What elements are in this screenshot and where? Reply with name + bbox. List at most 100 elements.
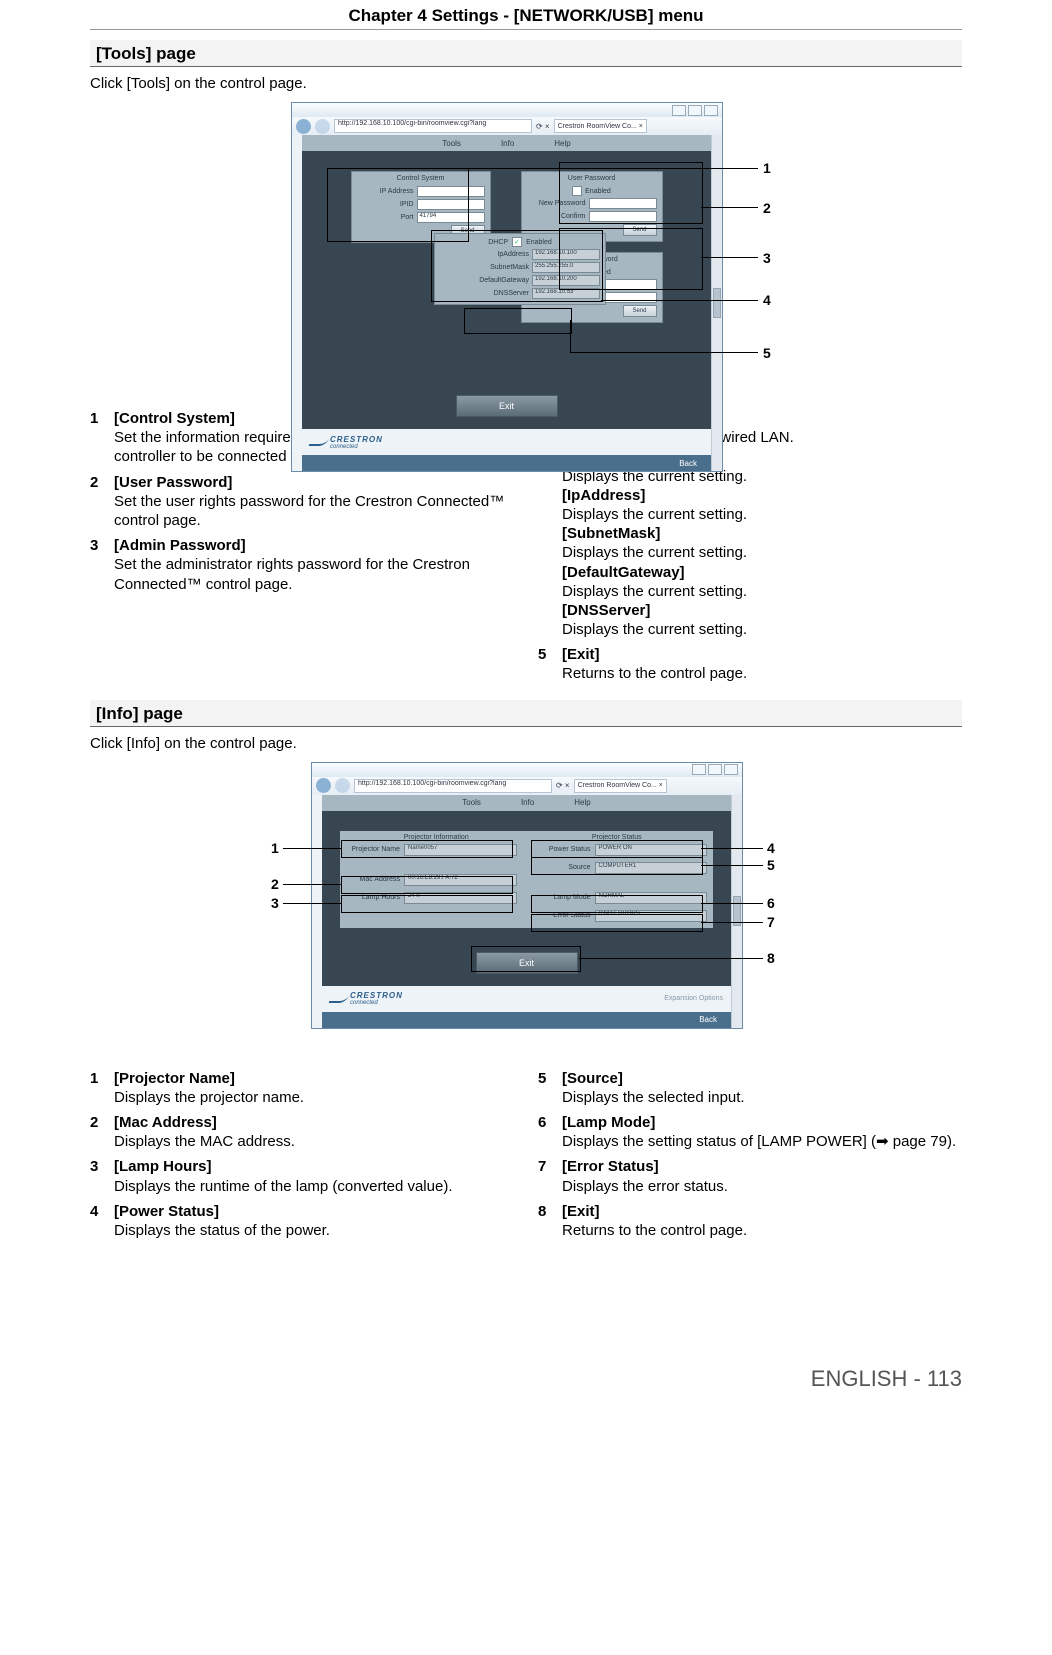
desc-item: 3[Admin Password]Set the administrator r… <box>90 536 514 594</box>
close-button[interactable] <box>704 105 718 116</box>
send-button[interactable]: Send <box>623 224 657 236</box>
nav-tools[interactable]: Tools <box>462 798 481 807</box>
exit-button[interactable]: Exit <box>456 395 558 417</box>
send-button[interactable]: Send <box>623 305 657 317</box>
nav-info[interactable]: Info <box>501 139 514 148</box>
desc-text: Set the administrator rights password fo… <box>114 555 514 593</box>
url-input[interactable]: http://192.168.10.100/cgi-bin/roomview.c… <box>334 119 532 133</box>
expansion-link[interactable]: Expansion Options <box>664 995 723 1002</box>
desc-title: [Power Status] <box>114 1202 330 1221</box>
ip-input[interactable] <box>417 186 485 197</box>
desc-number: 2 <box>90 473 104 531</box>
nav-info[interactable]: Info <box>521 798 534 807</box>
crestron-logo: CRESTRON connected <box>310 435 383 450</box>
callout-5: 5 <box>767 857 775 873</box>
ip-label: IP Address <box>360 188 414 195</box>
lamph-value: 24 h <box>404 892 517 904</box>
power-value: POWER ON <box>595 844 708 856</box>
enabled-checkbox[interactable] <box>572 186 582 196</box>
window-titlebar <box>292 103 722 117</box>
maximize-button[interactable] <box>688 105 702 116</box>
desc-item: 8[Exit]Returns to the control page. <box>538 1202 962 1240</box>
desc-text: Displays the selected input. <box>562 1088 745 1107</box>
back-icon[interactable] <box>316 778 331 793</box>
desc-item: 4[Power Status]Displays the status of th… <box>90 1202 514 1240</box>
desc-item: 6[Lamp Mode]Displays the setting status … <box>538 1113 962 1151</box>
url-input[interactable]: http://192.168.10.100/cgi-bin/roomview.c… <box>354 779 552 793</box>
close-button[interactable] <box>724 764 738 775</box>
desc-number: 1 <box>90 409 104 467</box>
desc-line: Displays the current setting. <box>562 543 794 562</box>
nav-help[interactable]: Help <box>574 798 590 807</box>
desc-title: [Error Status] <box>562 1157 728 1176</box>
top-nav: Tools Info Help <box>322 795 731 811</box>
desc-title: [Mac Address] <box>114 1113 295 1132</box>
vertical-scrollbar[interactable] <box>711 135 722 471</box>
exit-button[interactable]: Exit <box>476 952 578 974</box>
source-label: Source <box>537 864 591 871</box>
browser-tab[interactable]: Crestron RoomView Co... × <box>554 119 647 133</box>
vertical-scrollbar[interactable] <box>731 795 742 1028</box>
desc-body: [Error Status]Displays the error status. <box>562 1157 728 1195</box>
callout-4: 4 <box>767 840 775 856</box>
confirm-label: Confirm <box>532 213 586 220</box>
desc-line: [SubnetMask] <box>562 524 794 543</box>
nav-tools[interactable]: Tools <box>442 139 461 148</box>
top-nav: Tools Info Help <box>302 135 711 151</box>
nav-help[interactable]: Help <box>554 139 570 148</box>
back-bar[interactable]: Back <box>322 1012 731 1028</box>
desc-text: Returns to the control page. <box>562 1221 747 1240</box>
refresh-icon[interactable]: ⟳ × <box>536 122 550 131</box>
dhcp-panel: DHCP✓Enabled IpAddress192.168.10.100 Sub… <box>434 233 606 305</box>
browser-window: http://192.168.10.100/cgi-bin/roomview.c… <box>291 102 723 472</box>
callout-5: 5 <box>763 345 771 361</box>
desc-line: [IpAddress] <box>562 486 794 505</box>
ipid-input[interactable] <box>417 199 485 210</box>
confirm-input[interactable] <box>589 211 657 222</box>
desc-text: Displays the setting status of [LAMP POW… <box>562 1132 956 1151</box>
gateway-label: DefaultGateway <box>461 277 529 284</box>
name-value: Name0057 <box>404 844 517 856</box>
desc-body: [Source]Displays the selected input. <box>562 1069 745 1107</box>
maximize-button[interactable] <box>708 764 722 775</box>
newpw-input[interactable] <box>589 198 657 209</box>
address-bar: http://192.168.10.100/cgi-bin/roomview.c… <box>292 117 722 135</box>
dhcp-label: DHCP <box>488 239 508 246</box>
info-page-header: [Info] page <box>90 700 962 727</box>
desc-body: [Lamp Mode]Displays the setting status o… <box>562 1113 956 1151</box>
col-head-status: Projector Status <box>527 834 708 844</box>
footer-bar: CRESTRON connected <box>302 429 711 455</box>
ip-label: IpAddress <box>461 251 529 258</box>
enabled-label: Enabled <box>585 188 611 195</box>
dns-value: 192.168.10.53 <box>532 288 600 299</box>
back-icon[interactable] <box>296 119 311 134</box>
forward-icon[interactable] <box>315 119 330 134</box>
back-bar[interactable]: Back <box>302 455 711 471</box>
dns-label: DNSServer <box>461 290 529 297</box>
browser-tab[interactable]: Crestron RoomView Co... × <box>574 779 667 793</box>
user-password-panel: User Password Enabled New Password Confi… <box>521 171 663 242</box>
callout-1: 1 <box>763 160 771 176</box>
desc-body: [User Password]Set the user rights passw… <box>114 473 514 531</box>
projector-info-grid: Projector Information Projector Status P… <box>340 831 713 928</box>
subnet-value: 255.255.255.0 <box>532 262 600 273</box>
desc-number: 1 <box>90 1069 104 1107</box>
chapter-title: Chapter 4 Settings - [NETWORK/USB] menu <box>90 0 962 30</box>
desc-body: [Admin Password]Set the administrator ri… <box>114 536 514 594</box>
mac-value: 00:16:E8:29:FA:72 <box>404 874 517 886</box>
desc-body: [Exit]Returns to the control page. <box>562 645 747 683</box>
dhcp-checkbox[interactable]: ✓ <box>512 237 522 247</box>
desc-title: [User Password] <box>114 473 514 492</box>
desc-item: 5[Exit]Returns to the control page. <box>538 645 962 683</box>
desc-title: [Source] <box>562 1069 745 1088</box>
tools-content-area: Control System IP Address IPID Port41794… <box>302 151 711 429</box>
callout-3: 3 <box>271 895 279 911</box>
refresh-icon[interactable]: ⟳ × <box>556 781 570 790</box>
minimize-button[interactable] <box>672 105 686 116</box>
port-input[interactable]: 41794 <box>417 212 485 223</box>
forward-icon[interactable] <box>335 778 350 793</box>
minimize-button[interactable] <box>692 764 706 775</box>
subnet-label: SubnetMask <box>461 264 529 271</box>
callout-6: 6 <box>767 895 775 911</box>
window-titlebar <box>312 763 742 777</box>
